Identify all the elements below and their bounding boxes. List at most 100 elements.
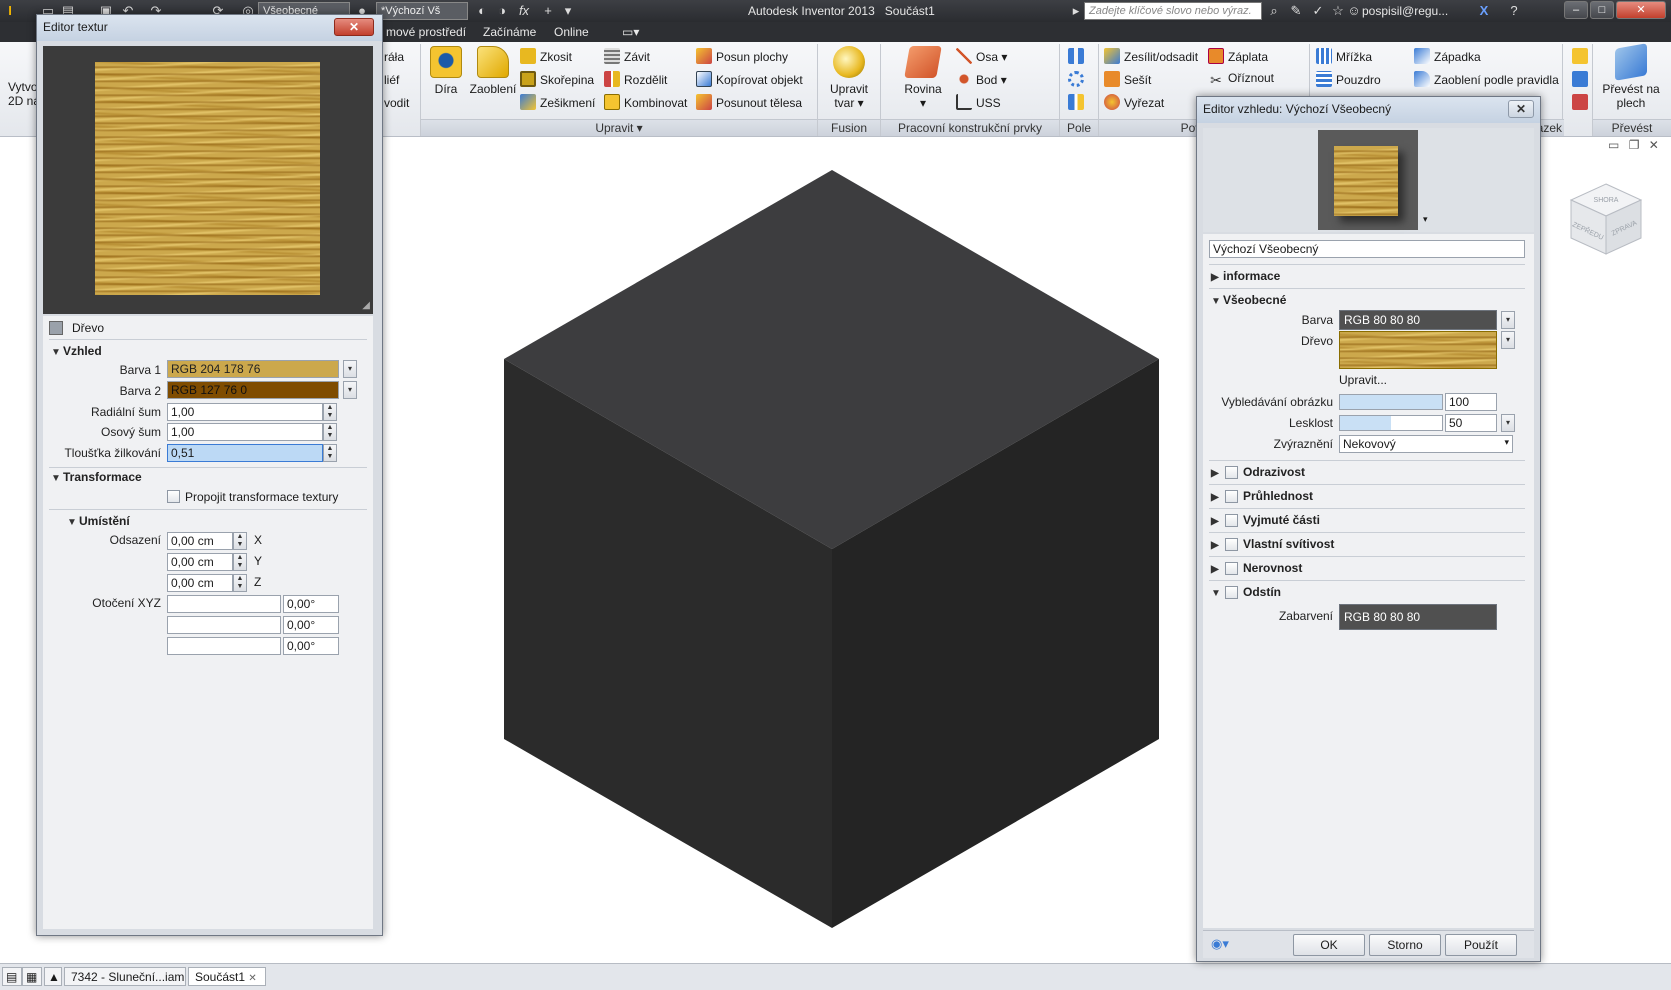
tile-horizontal-button[interactable]: ▤ <box>2 967 22 986</box>
tint-color-swatch[interactable]: RGB 80 80 80 <box>1339 604 1497 630</box>
color-dropdown[interactable]: ▾ <box>1501 311 1515 329</box>
grill-button[interactable]: Mřížka <box>1316 48 1372 64</box>
axis-button[interactable]: Osa ▾ <box>956 48 1007 64</box>
grain-thickness-input[interactable]: 0,51 <box>167 444 323 462</box>
patch-button[interactable]: Záplata <box>1208 48 1268 64</box>
grain-thickness-stepper[interactable]: ▲ ▼ <box>323 444 337 462</box>
transparency-checkbox[interactable] <box>1225 490 1238 503</box>
offset-x-stepper[interactable]: ▲ ▼ <box>233 532 247 550</box>
edit-texture-link[interactable]: Upravit... <box>1339 373 1387 387</box>
image-fade-slider[interactable] <box>1339 394 1443 410</box>
edit-form-button[interactable]: Upravit tvar ▾ <box>822 46 876 110</box>
draft-button[interactable]: Zešikmení <box>520 94 595 110</box>
rectangular-pattern-button[interactable] <box>1068 48 1088 64</box>
viewcube[interactable]: SHORA ZEPŘEDU ZPRAVA <box>1565 178 1647 260</box>
combine-button[interactable]: Kombinovat <box>604 94 687 110</box>
ribbon-hidden-item-1[interactable]: ráła <box>384 50 404 64</box>
binoculars-icon[interactable]: ⌕ <box>1266 3 1282 19</box>
move-bodies-button[interactable]: Posunout tělesa <box>696 94 802 110</box>
highlight-select[interactable]: Nekovový ▾ <box>1339 435 1513 453</box>
viewport-minimize-icon[interactable]: ▭ <box>1608 138 1619 152</box>
tab-environment[interactable]: mové prostředí <box>386 25 466 39</box>
sculpt-button[interactable]: Vyřezat <box>1104 94 1164 110</box>
cancel-button[interactable]: Storno <box>1369 934 1441 956</box>
parameters-fx-icon[interactable]: fx <box>516 3 532 19</box>
search-input[interactable]: Zadejte klíčové slovo nebo výraz. <box>1084 2 1262 20</box>
ribbon-create-2d-label[interactable]: Vytvo <box>8 80 38 94</box>
user-name[interactable]: pospisil@regu... <box>1362 4 1448 18</box>
circular-pattern-button[interactable] <box>1068 71 1088 87</box>
close-tab-icon[interactable]: ✕ <box>248 973 256 984</box>
appearance-name-input[interactable]: Výchozí Všeobecný <box>1209 240 1525 258</box>
offset-y-input[interactable]: 0,00 cm <box>167 553 233 571</box>
resize-grip-icon[interactable]: ◢ <box>362 300 370 311</box>
convert-to-sheet-metal-button[interactable]: Převést na plech <box>1594 43 1668 110</box>
tab-options-icon[interactable]: ▭▾ <box>622 25 639 39</box>
mirror-button[interactable] <box>1068 94 1088 110</box>
appearance-combo[interactable]: *Výchozí Vš <box>376 2 468 20</box>
hole-button[interactable]: Díra <box>426 46 466 96</box>
tile-vertical-button[interactable]: ▦ <box>22 967 42 986</box>
viewport-restore-icon[interactable]: ❐ <box>1629 138 1640 152</box>
viewcube-top-label[interactable]: SHORA <box>1594 197 1619 204</box>
trim-button[interactable]: ✂ Oříznout <box>1208 71 1274 88</box>
appearance-swatch-cube[interactable] <box>1334 146 1398 216</box>
snap-fit-button[interactable]: Západka <box>1414 48 1481 64</box>
user-icon[interactable]: ☺ <box>1346 3 1362 19</box>
gloss-dropdown[interactable]: ▾ <box>1501 414 1515 432</box>
tint-checkbox[interactable] <box>1225 586 1238 599</box>
ribbon-hidden-item-2[interactable]: liéf <box>384 73 399 87</box>
wrench-icon[interactable]: ✎ <box>1288 3 1304 19</box>
reflectivity-checkbox[interactable] <box>1225 466 1238 479</box>
ok-button[interactable]: OK <box>1293 934 1365 956</box>
copy-object-button[interactable]: Kopírovat objekt <box>696 71 803 87</box>
rotation-y-slider[interactable] <box>167 616 281 634</box>
group-modify-label[interactable]: Upravit ▾ <box>421 119 817 136</box>
boss-button[interactable]: Pouzdro <box>1316 71 1381 87</box>
clear-appearance-icon[interactable]: ◑ <box>494 3 510 19</box>
help-icon[interactable]: ? <box>1506 3 1522 19</box>
texture-editor-titlebar[interactable]: Editor textur ✕ <box>37 15 382 41</box>
placement-section-header[interactable]: ▼ Umístění <box>67 514 130 528</box>
color1-dropdown[interactable]: ▾ <box>343 360 357 378</box>
viewport-window-controls[interactable]: ▭ ❐ ✕ <box>1608 138 1659 152</box>
viewport-close-icon[interactable]: ✕ <box>1649 138 1659 152</box>
close-button[interactable]: ✕ <box>1616 1 1666 19</box>
split-button[interactable]: Rozdělit <box>604 71 667 87</box>
bump-checkbox[interactable] <box>1225 562 1238 575</box>
rule-fillet-button[interactable]: Zaoblení podle pravidla <box>1414 71 1559 87</box>
self-illumination-checkbox[interactable] <box>1225 538 1238 551</box>
qa-dropdown-icon[interactable]: ▾ <box>560 3 576 19</box>
doc-tab-part[interactable]: Součást1 ✕ <box>188 967 266 986</box>
point-button[interactable]: Bod ▾ <box>956 71 1007 87</box>
tab-online[interactable]: Online <box>554 25 589 39</box>
cutouts-checkbox[interactable] <box>1225 514 1238 527</box>
color2-swatch[interactable]: RGB 127 76 0 <box>167 381 339 399</box>
gloss-input[interactable]: 50 <box>1445 414 1497 432</box>
rotation-x-input[interactable]: 0,00° <box>283 595 339 613</box>
offset-x-input[interactable]: 0,00 cm <box>167 532 233 550</box>
swatch-dropdown-icon[interactable]: ▾ <box>1423 214 1428 225</box>
thicken-offset-button[interactable]: Zesílit/odsadit <box>1104 48 1198 64</box>
image-fade-input[interactable]: 100 <box>1445 393 1497 411</box>
axial-noise-input[interactable]: 1,00 <box>167 423 323 441</box>
rotation-y-input[interactable]: 0,00° <box>283 616 339 634</box>
link-transforms-checkbox[interactable] <box>167 490 180 503</box>
ucs-button[interactable]: USS <box>956 94 1001 110</box>
appearance-section-header[interactable]: ▼ Vzhled <box>51 344 102 358</box>
harness-tool-1[interactable] <box>1572 48 1592 64</box>
offset-z-stepper[interactable]: ▲ ▼ <box>233 574 247 592</box>
gloss-slider[interactable] <box>1339 415 1443 431</box>
subscription-icon[interactable]: ✓ <box>1310 3 1326 19</box>
appearance-adjust-icon[interactable]: ◐ <box>474 3 490 19</box>
minimize-button[interactable]: – <box>1564 1 1588 19</box>
rotation-z-slider[interactable] <box>167 637 281 655</box>
tab-list-button[interactable]: ▲ <box>44 967 62 986</box>
color2-dropdown[interactable]: ▾ <box>343 381 357 399</box>
maximize-button[interactable]: □ <box>1590 1 1614 19</box>
offset-y-stepper[interactable]: ▲ ▼ <box>233 553 247 571</box>
harness-tool-3[interactable] <box>1572 94 1592 110</box>
radial-noise-input[interactable]: 1,00 <box>167 403 323 421</box>
rotation-x-slider[interactable] <box>167 595 281 613</box>
harness-tool-2[interactable] <box>1572 71 1592 87</box>
